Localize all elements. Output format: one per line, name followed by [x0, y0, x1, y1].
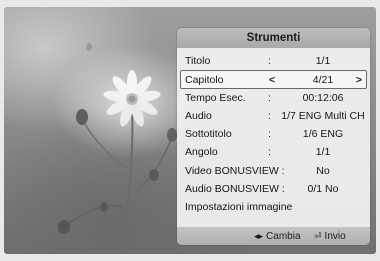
setting-label: Video BONUSVIEW : [185, 164, 285, 177]
left-right-arrows-icon: ◂▸ [254, 231, 264, 241]
setting-value: 1/1 [315, 55, 331, 67]
setting-label: Tempo Esec. [185, 91, 246, 104]
separator: : [268, 55, 271, 67]
setting-label: Impostazioni immagine [185, 201, 293, 214]
setting-value: 00:12:06 [302, 91, 344, 104]
setting-label: Audio [185, 109, 212, 122]
panel-footer: ◂▸ Cambia ⏎ Invio [177, 227, 370, 245]
separator: : [268, 146, 271, 159]
setting-row-capitolo[interactable]: Capitolo < 4/21 > [180, 70, 367, 89]
setting-row-video-bonusview[interactable]: Video BONUSVIEW : No [177, 162, 370, 180]
enter-hint: ⏎ Invio [314, 227, 346, 245]
enter-icon: ⏎ [314, 231, 322, 241]
screen-frame: Strumenti Titolo : 1/1 Capitolo < 4/21 >… [0, 0, 380, 261]
setting-row-impostazioni-immagine[interactable]: Impostazioni immagine [177, 198, 370, 216]
settings-list: Titolo : 1/1 Capitolo < 4/21 > Tempo Ese… [177, 48, 370, 217]
setting-value: No [316, 164, 330, 177]
setting-row-audio[interactable]: Audio : 1/7 ENG Multi CH [177, 107, 370, 125]
arrow-right-icon[interactable]: > [356, 71, 362, 89]
setting-label: Angolo [185, 146, 218, 159]
change-label: Cambia [266, 231, 301, 242]
setting-label: Titolo [185, 55, 211, 67]
panel-title: Strumenti [177, 28, 370, 48]
separator: : [268, 109, 271, 122]
setting-value: 0/1 No [307, 183, 339, 196]
arrow-left-icon[interactable]: < [269, 71, 275, 89]
tools-panel: Strumenti Titolo : 1/1 Capitolo < 4/21 >… [177, 28, 370, 245]
setting-value: 1/6 ENG [302, 128, 344, 141]
setting-row-tempo-esec[interactable]: Tempo Esec. : 00:12:06 [177, 89, 370, 107]
setting-label: Sottotitolo [185, 128, 232, 141]
setting-label: Audio BONUSVIEW : [185, 183, 285, 196]
change-hint: ◂▸ Cambia [254, 227, 301, 245]
setting-value: 4/21 [312, 74, 334, 87]
separator: : [268, 91, 271, 104]
setting-row-sottotitolo[interactable]: Sottotitolo : 1/6 ENG [177, 125, 370, 143]
setting-label: Capitolo [185, 74, 224, 87]
setting-row-titolo[interactable]: Titolo : 1/1 [177, 52, 370, 70]
setting-row-audio-bonusview[interactable]: Audio BONUSVIEW : 0/1 No [177, 180, 370, 198]
enter-label: Invio [324, 231, 346, 242]
setting-row-angolo[interactable]: Angolo : 1/1 [177, 143, 370, 161]
separator: : [268, 128, 271, 141]
setting-value: 1/7 ENG Multi CH [281, 109, 365, 122]
setting-value: 1/1 [315, 146, 331, 159]
